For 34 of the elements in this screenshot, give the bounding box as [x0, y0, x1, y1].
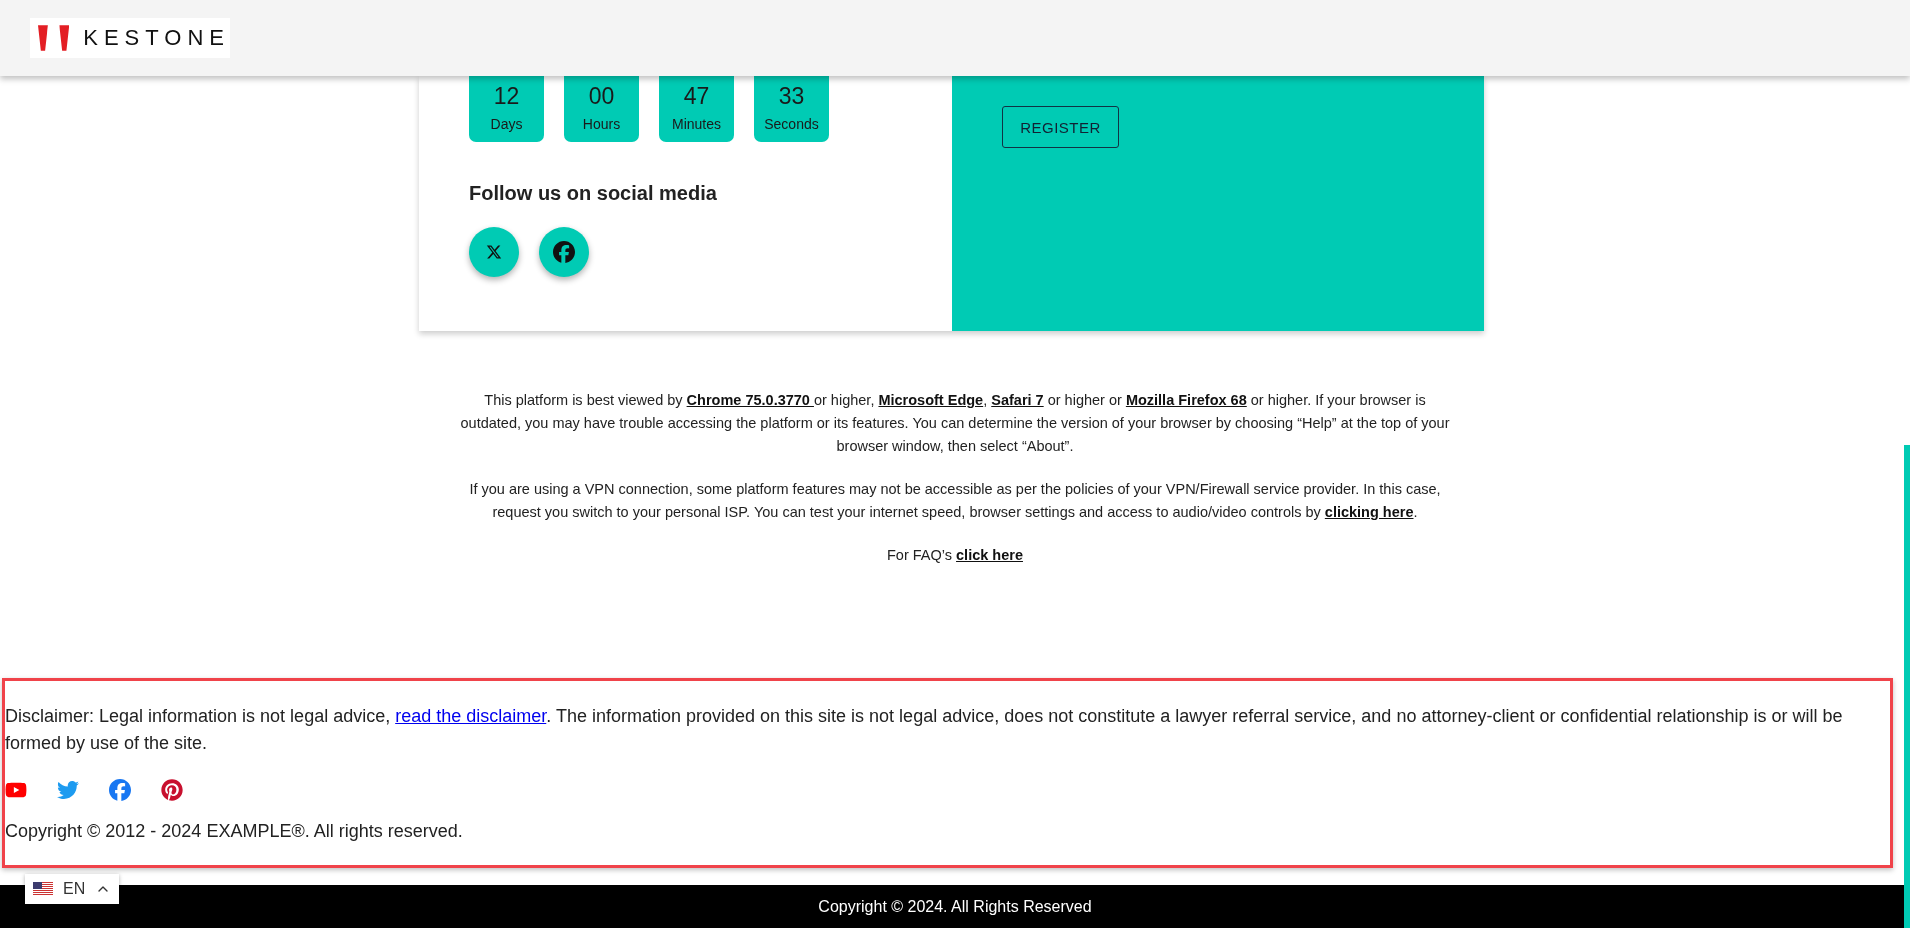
countdown-value: 33	[778, 82, 805, 110]
countdown-value: 47	[683, 82, 710, 110]
logo-text: KESTONE	[83, 25, 230, 51]
footer-copyright: Copyright © 2024. All Rights Reserved	[818, 897, 1092, 916]
logo[interactable]: KESTONE	[30, 18, 230, 58]
info-link[interactable]: Safari 7	[991, 392, 1044, 408]
disclaimer-link[interactable]: read the disclaimer	[395, 706, 547, 726]
social-heading: Follow us on social media	[469, 182, 718, 205]
language-selector[interactable]: EN	[25, 874, 120, 904]
info-link[interactable]: Chrome 75.0.3770	[686, 392, 814, 408]
info-paragraph: If you are using a VPN connection, some platform features may not be accessible as per the policies of your VPN/Firewall service provider. In this case, request you switch to your personal ISP. You can test your internet speed, browser settings and access to audio/video controls by clicking here.	[468, 480, 1442, 522]
info-link[interactable]: Microsoft Edge	[878, 392, 984, 408]
twitter-logo-icon[interactable]	[57, 779, 79, 801]
countdown-unit: Days	[490, 116, 523, 132]
info-link[interactable]: Mozilla Firefox 68	[1125, 392, 1247, 408]
copyright-text: Copyright © 2012 - 2024 EXAMPLE®. All rights reserved.	[5, 821, 464, 842]
social-button[interactable]	[539, 227, 589, 277]
countdown-unit: Hours	[582, 116, 621, 132]
pinterest-logo-icon[interactable]	[161, 779, 183, 801]
countdown-value: 12	[493, 82, 520, 110]
facebook-logo-icon[interactable]	[109, 779, 131, 801]
countdown-unit: Minutes	[672, 116, 721, 132]
register-button[interactable]: REGISTER	[1002, 106, 1119, 148]
facebook-logo-icon	[553, 241, 575, 263]
info-paragraph: For FAQ’s click here	[886, 546, 1024, 565]
info-link[interactable]: clicking here	[1324, 504, 1414, 520]
countdown-value: 00	[588, 82, 615, 110]
x-logo-icon	[486, 244, 502, 260]
info-paragraph: This platform is best viewed by Chrome 75.0.3770 or higher, Microsoft Edge, Safari 7 or higher or Mozilla Firefox 68 or higher. If your browser is outdated, you may have trouble accessing the platform or its features. You can determine the version of your browser by choosing “Help” at the top of your browser window, then select “About”.	[459, 391, 1451, 456]
disclaimer-text: Disclaimer: Legal information is not legal advice, read the disclaimer. The information provided on this site is not legal advice, does not constitute a lawyer referral service, and no attorney-client or confidential relationship is or will be formed by use of the site.	[5, 705, 1844, 755]
social-button[interactable]	[469, 227, 519, 277]
info-link[interactable]: click here	[956, 547, 1023, 563]
countdown-unit: Seconds	[764, 116, 819, 132]
us-flag-icon	[33, 882, 53, 896]
